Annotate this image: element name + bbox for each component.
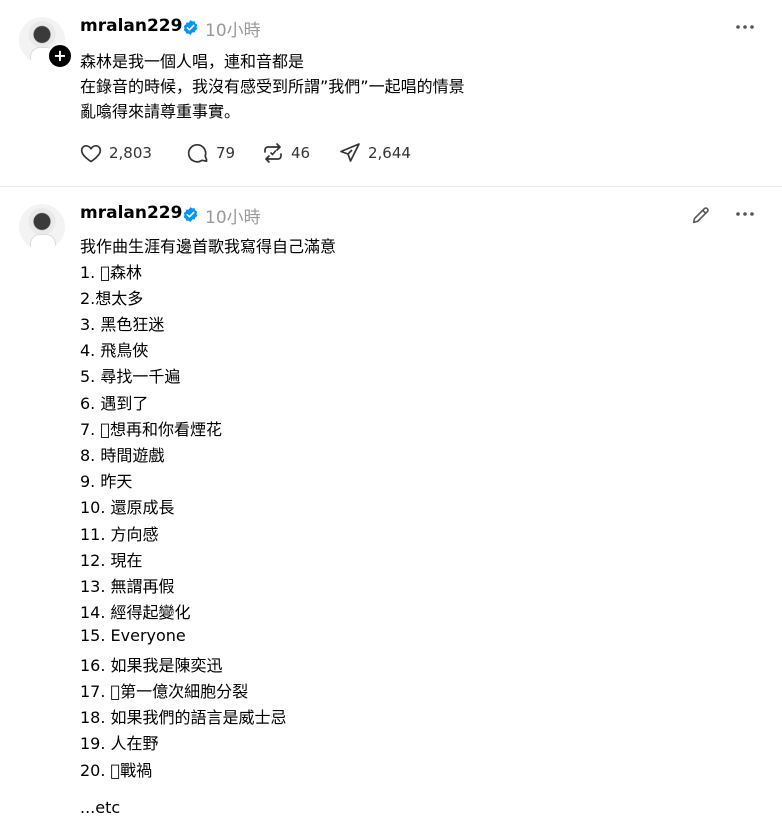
edit-icon[interactable] [690, 204, 712, 226]
reply-button[interactable]: 79 [186, 141, 235, 165]
post-text-line: 森林是我一個人唱，連和音都是 [80, 52, 305, 71]
list-item: 6. 遇到了 [80, 394, 149, 413]
avatar[interactable] [19, 204, 65, 250]
reply-count: 79 [216, 144, 236, 162]
follow-plus-icon[interactable]: + [47, 43, 73, 69]
list-item: 13. 無謂再假 [80, 577, 175, 596]
thread-post: + mralan229 10小時 森林是我一個人唱，連和音都是 在錄音的時候，我… [0, 0, 782, 187]
more-icon[interactable] [735, 22, 755, 32]
list-item: 1. 􀀀森林 [80, 263, 142, 282]
list-item: 20. 􀀀戰禍 [80, 761, 153, 780]
list-item: 11. 方向感 [80, 525, 159, 544]
thread-post: mralan229 10小時 我作曲生涯有邊首歌我寫得自己滿意 1. 􀀀森林 2… [0, 187, 782, 820]
post-time[interactable]: 10小時 [205, 16, 261, 41]
repost-icon [264, 143, 282, 163]
like-count: 2,803 [109, 144, 152, 162]
list-item: 5. 尋找一千遍 [80, 367, 181, 386]
post-text-line: 在錄音的時候，我沒有感受到所謂”我們”一起唱的情景 [80, 77, 465, 96]
repost-button[interactable]: 46 [261, 141, 310, 165]
repost-count: 46 [291, 144, 311, 162]
list-item: 15. Everyone [80, 626, 186, 645]
list-item: 17. 􀀀第一億次細胞分裂 [80, 682, 249, 701]
share-icon [340, 143, 360, 162]
list-item: 19. 人在野 [80, 734, 159, 753]
username[interactable]: mralan229 [80, 203, 182, 223]
list-item: 10. 還原成長 [80, 498, 175, 517]
verified-icon [183, 20, 198, 35]
post-time[interactable]: 10小時 [205, 203, 261, 228]
post-text-line: ...etc [80, 798, 121, 817]
list-item: 7. 􀀀想再和你看煙花 [80, 420, 222, 439]
list-item: 8. 時間遊戲 [80, 446, 165, 465]
list-item: 9. 昨天 [80, 472, 133, 491]
heart-icon [80, 144, 102, 163]
more-icon[interactable] [735, 209, 755, 219]
list-item: 3. 黑色狂迷 [80, 315, 165, 334]
post-text-line: 我作曲生涯有邊首歌我寫得自己滿意 [80, 237, 337, 256]
list-item: 12. 現在 [80, 551, 143, 570]
username[interactable]: mralan229 [80, 16, 182, 36]
like-button[interactable]: 2,803 [79, 141, 152, 165]
comment-icon [187, 143, 208, 163]
list-item: 14. 經得起變化 [80, 603, 191, 622]
share-count: 2,644 [368, 144, 411, 162]
list-item: 18. 如果我們的語言是威士忌 [80, 708, 287, 727]
list-item: 4. 飛鳥俠 [80, 341, 149, 360]
share-button[interactable]: 2,644 [338, 141, 411, 165]
post-text-line: 亂噏得來請尊重事實。 [80, 102, 241, 121]
list-item: 2.想太多 [80, 289, 144, 308]
list-item: 16. 如果我是陳奕迅 [80, 656, 223, 675]
verified-icon [183, 207, 198, 222]
post-actions: 2,803 79 46 2,644 [0, 141, 782, 165]
